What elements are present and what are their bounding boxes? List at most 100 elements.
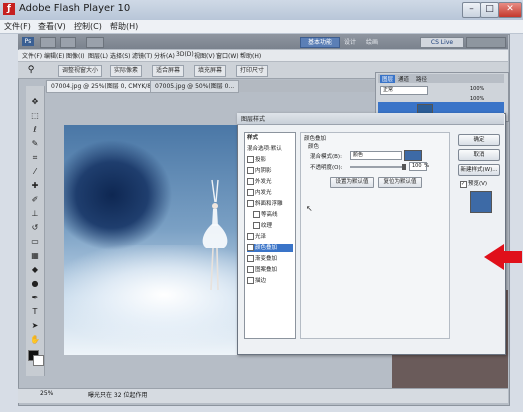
overlay-color-swatch[interactable] [404,150,422,161]
inner-shadow-label: 内阴影 [255,168,272,174]
new-style-button[interactable]: 新建样式(W)... [458,164,500,176]
menu-view[interactable]: 查看(V) [38,21,66,32]
tab-paths[interactable]: 路径 [416,75,427,83]
style-pattern-overlay[interactable]: 图案叠加 [247,266,277,274]
move-tool-icon[interactable]: ✥ [29,96,41,107]
mini-bridge-icon[interactable] [60,37,76,48]
type-tool-icon[interactable]: T [29,306,41,317]
workspace-design-button[interactable]: 设计 [344,37,356,48]
style-inner-shadow[interactable]: 内阴影 [247,167,272,175]
stamp-tool-icon[interactable]: ⊥ [29,208,41,219]
style-list-header[interactable]: 样式 [247,134,258,142]
inner-glow-checkbox[interactable] [247,189,254,196]
stroke-label: 描边 [255,278,267,284]
outer-glow-checkbox[interactable] [247,178,254,185]
ok-button[interactable]: 确定 [458,134,500,146]
pattern-overlay-checkbox[interactable] [247,266,254,273]
ps-menu-help[interactable]: 帮助(H) [240,51,261,60]
quick-select-tool-icon[interactable]: ✎ [29,138,41,149]
brush-tool-icon[interactable]: ✐ [29,194,41,205]
eraser-tool-icon[interactable]: ▭ [29,236,41,247]
inner-shadow-checkbox[interactable] [247,167,254,174]
marquee-tool-icon[interactable]: ⬚ [29,110,41,121]
bevel-emboss-checkbox[interactable] [247,200,254,207]
layer-opacity-value[interactable]: 100% [470,86,484,92]
zoom-level[interactable]: 25% [40,390,53,397]
ps-menu-3d[interactable]: 3D(D) [176,51,194,58]
gradient-tool-icon[interactable]: ▦ [29,250,41,261]
blend-mode-select[interactable]: 正常 [380,86,428,95]
style-blending-options[interactable]: 混合选项:默认 [247,145,282,153]
pen-tool-icon[interactable]: ✒ [29,292,41,303]
style-satin[interactable]: 光泽 [247,233,266,241]
cancel-button[interactable]: 取消 [458,149,500,161]
texture-checkbox[interactable] [253,222,260,229]
ps-menu-select[interactable]: 选择(S) [110,51,131,60]
gradient-overlay-checkbox[interactable] [247,255,254,262]
style-bevel-emboss[interactable]: 斜面和浮雕 [247,200,283,208]
blur-tool-icon[interactable]: ◆ [29,264,41,275]
workspace-essentials-button[interactable]: 基本功能 [300,37,340,48]
style-contour[interactable]: 等高线 [253,211,278,219]
color-overlay-checkbox[interactable]: ✓ [247,244,254,252]
ps-menu-analysis[interactable]: 分析(A) [154,51,175,60]
background-color-swatch[interactable] [33,355,44,366]
ps-menu-window[interactable]: 窗口(W) [216,51,239,60]
opacity-slider-track[interactable] [350,166,405,168]
ps-menu-image[interactable]: 图像(I) [66,51,84,60]
healing-tool-icon[interactable]: ✚ [29,180,41,191]
tab-document-07004[interactable]: 07004.jpg @ 25%(图层 0, CMYK/8) * [46,80,164,93]
history-brush-tool-icon[interactable]: ↺ [29,222,41,233]
style-stroke[interactable]: 描边 [247,277,266,285]
style-drop-shadow[interactable]: 投影 [247,156,266,164]
style-texture[interactable]: 纹理 [253,222,272,230]
print-size-button[interactable]: 打印尺寸 [236,65,269,77]
contour-checkbox[interactable] [253,211,260,218]
resize-windows-checkbox[interactable]: 调整视窗大小 [58,65,103,77]
stroke-checkbox[interactable] [247,277,254,284]
hand-tool-icon[interactable]: ✋ [29,334,41,345]
ps-menu-file[interactable]: 文件(F) [22,51,42,60]
zoom-tool-icon[interactable]: ⚲ [24,64,38,76]
actual-pixels-button[interactable]: 实际像素 [110,65,143,77]
opacity-slider-handle[interactable] [402,164,406,170]
set-default-button[interactable]: 设置为默认值 [330,177,374,188]
cs-live-button[interactable]: CS Live [420,37,464,48]
path-select-tool-icon[interactable]: ➤ [29,320,41,331]
blend-mode-dropdown[interactable]: 颜色 [350,151,402,160]
eyedropper-tool-icon[interactable]: ⁄ [29,166,41,177]
view-extras-icon[interactable] [86,37,104,48]
blend-mode-label: 混合模式(B): [310,154,342,160]
maximize-button[interactable]: □ [480,2,499,18]
ps-menu-edit[interactable]: 编辑(E) [44,51,64,60]
ps-menu-view[interactable]: 视图(V) [194,51,215,60]
tab-document-07005[interactable]: 07005.jpg @ 50%(图层 0... [150,80,240,93]
preview-checkbox[interactable]: ✓ [460,181,467,188]
workspace-painting-button[interactable]: 绘画 [366,37,378,48]
preview-label: 预览(V) [468,181,488,187]
crop-tool-icon[interactable]: ⌗ [29,152,41,163]
tab-layers[interactable]: 图层 [380,75,396,83]
dodge-tool-icon[interactable]: ● [29,278,41,289]
ps-window-controls[interactable] [466,37,506,48]
bridge-icon[interactable] [40,37,56,48]
satin-checkbox[interactable] [247,233,254,240]
style-outer-glow[interactable]: 外发光 [247,178,272,186]
menu-file[interactable]: 文件(F) [4,21,31,32]
close-button[interactable]: ✕ [498,2,522,18]
tab-channels[interactable]: 通道 [398,75,409,83]
style-color-overlay[interactable]: ✓ 颜色叠加 [247,244,293,252]
ps-menu-layer[interactable]: 图层(L) [88,51,108,60]
style-gradient-overlay[interactable]: 渐变叠加 [247,255,277,263]
menu-help[interactable]: 帮助(H) [110,21,138,32]
preview-option[interactable]: ✓ 预览(V) [460,179,487,188]
style-inner-glow[interactable]: 内发光 [247,189,272,197]
fit-screen-button[interactable]: 适合屏幕 [152,65,185,77]
drop-shadow-checkbox[interactable] [247,156,254,163]
menu-control[interactable]: 控制(C) [74,21,102,32]
reset-default-button[interactable]: 复位为默认值 [378,177,422,188]
minimize-button[interactable]: – [462,2,481,18]
lasso-tool-icon[interactable]: ℓ [29,124,41,135]
ps-menu-filter[interactable]: 滤镜(T) [132,51,152,60]
fill-screen-button[interactable]: 填充屏幕 [194,65,227,77]
